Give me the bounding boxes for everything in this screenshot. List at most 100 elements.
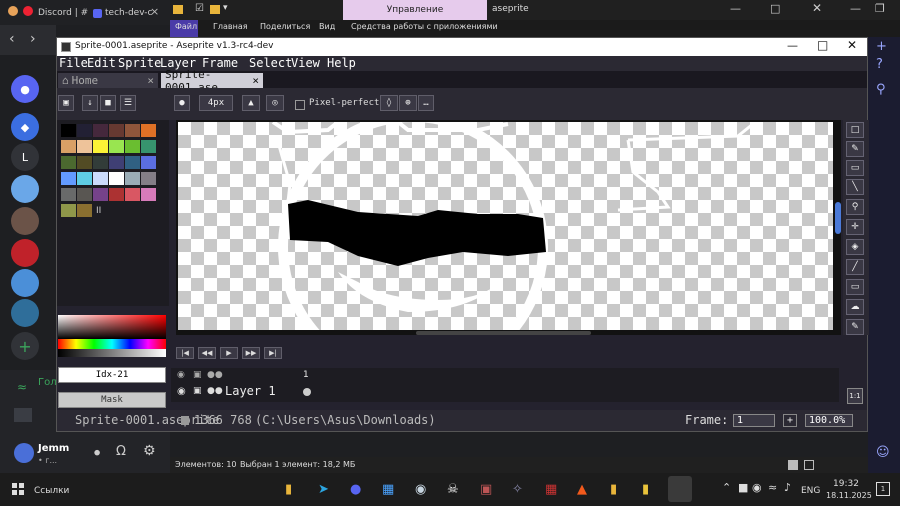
back-arrow-icon[interactable]: ‹	[9, 31, 15, 47]
pencil-tool-icon[interactable]: ✎	[846, 141, 864, 157]
app-icon-brick[interactable]: ▦	[545, 482, 557, 497]
tab-home[interactable]: ⌂ Home ×	[58, 73, 158, 88]
ribbon-tab-app-tools[interactable]: Средства работы с приложениями	[351, 22, 498, 31]
file-explorer-icon[interactable]: ▮	[285, 482, 292, 497]
menu-edit[interactable]: Edit	[87, 56, 116, 70]
palette-swatch[interactable]	[93, 156, 108, 169]
browser-profile-icon[interactable]	[8, 6, 18, 16]
palette-swatch[interactable]	[109, 172, 124, 185]
zoom-1to1-button[interactable]: 1:1	[847, 388, 863, 404]
menu-select[interactable]: Select	[249, 56, 292, 70]
palette-swatch[interactable]	[93, 188, 108, 201]
minimize-icon[interactable]: —	[850, 2, 861, 15]
language-indicator[interactable]: ENG	[801, 486, 820, 496]
symmetry-vertical-button[interactable]: ◊	[380, 95, 398, 111]
prev-frame-button[interactable]: ◀◀	[198, 347, 216, 359]
fill-tool-icon[interactable]: ◈	[846, 239, 864, 255]
palette-swatch[interactable]	[141, 124, 156, 137]
discord-home-icon[interactable]: ●	[11, 75, 39, 103]
palette-swatch[interactable]	[93, 124, 108, 137]
palette-swatch[interactable]	[93, 140, 108, 153]
ribbon-tab-share[interactable]: Поделиться	[260, 22, 310, 31]
opacity-button[interactable]: ◎	[266, 95, 284, 111]
aseprite-taskbar-icon[interactable]	[668, 476, 692, 502]
hue-bar[interactable]	[58, 339, 166, 349]
zoom-field[interactable]: 100.0%	[805, 414, 853, 427]
discord-icon[interactable]: ●	[350, 482, 361, 497]
menu-help[interactable]: Help	[327, 56, 356, 70]
brush-size-field[interactable]: 4px	[199, 95, 233, 111]
question-icon[interactable]: ?	[876, 57, 883, 72]
palette-swatch[interactable]	[125, 140, 140, 153]
vertical-scrollbar[interactable]	[835, 120, 841, 335]
symmetry-more-button[interactable]: …	[418, 95, 434, 111]
clock-date[interactable]: 18.11.2025	[826, 491, 872, 500]
rectangle-tool-icon[interactable]: ▭	[846, 279, 864, 295]
visibility-header-icon[interactable]: ◉	[177, 370, 185, 380]
restore-icon[interactable]: ❐	[875, 2, 885, 15]
add-frame-button[interactable]: +	[783, 414, 797, 427]
palette-swatch[interactable]	[61, 124, 76, 137]
telegram-icon[interactable]: ➤	[318, 482, 329, 497]
blur-tool-icon[interactable]: ☁	[846, 299, 864, 315]
palette-swatch[interactable]	[61, 204, 76, 217]
saturation-value-box[interactable]	[58, 315, 166, 339]
pixel-perfect-checkbox[interactable]	[295, 100, 305, 110]
palette-swatch[interactable]	[125, 124, 140, 137]
tray-app-icon[interactable]: ◉	[752, 481, 762, 494]
palette-swatch[interactable]	[77, 188, 92, 201]
next-frame-button[interactable]: ▶▶	[242, 347, 260, 359]
server-avatar-icon[interactable]	[11, 239, 39, 267]
cel-dot-icon[interactable]	[303, 388, 311, 396]
app-icon-skull[interactable]: ☠	[447, 482, 459, 497]
menu-view[interactable]: View	[291, 56, 320, 70]
palette-swatch[interactable]	[109, 156, 124, 169]
text-tool-icon[interactable]: ✎	[846, 319, 864, 335]
screen-share-off-icon[interactable]	[14, 408, 32, 422]
minimize-icon[interactable]: —	[730, 2, 741, 15]
palette-swatch[interactable]	[77, 172, 92, 185]
palette-swatch[interactable]	[109, 124, 124, 137]
tab-close-icon[interactable]: ×	[147, 74, 154, 87]
app-icon-game[interactable]: ▣	[480, 482, 492, 497]
palette-swatch[interactable]	[61, 172, 76, 185]
server-icon[interactable]: ◆	[11, 113, 39, 141]
palette-swatch[interactable]	[77, 156, 92, 169]
palette-swatch[interactable]	[141, 156, 156, 169]
play-button[interactable]: ▶	[220, 347, 238, 359]
headphones-icon[interactable]: Ω	[116, 444, 126, 459]
palette-swatch[interactable]	[61, 140, 76, 153]
search-icon[interactable]: ⚲	[876, 82, 886, 97]
tab-sprite[interactable]: Sprite-0001.ase ×	[161, 68, 263, 94]
menu-lines-button[interactable]: ☰	[120, 95, 136, 111]
ink-type-button[interactable]: ▲	[242, 95, 260, 111]
vertical-scroll-thumb[interactable]	[835, 202, 841, 234]
tab-close-icon[interactable]: ×	[150, 5, 159, 18]
palette-swatch[interactable]	[141, 172, 156, 185]
sprite-canvas[interactable]	[178, 122, 833, 330]
menu-file[interactable]: File	[59, 56, 88, 70]
eraser-tool-icon[interactable]: ▭	[846, 160, 864, 176]
frame-number[interactable]: 1	[303, 370, 309, 380]
app-icon-stars[interactable]: ✧	[512, 482, 523, 497]
move-tool-icon[interactable]: ✛	[846, 219, 864, 235]
clock-time[interactable]: 19:32	[833, 479, 859, 489]
maximize-icon[interactable]: □	[817, 38, 828, 52]
visibility-eye-icon[interactable]: ◉	[177, 386, 186, 397]
horizontal-scrollbar[interactable]	[416, 331, 591, 335]
dropdown-icon[interactable]: ▾	[223, 3, 228, 13]
store-icon[interactable]: ▦	[382, 482, 394, 497]
background-color-button[interactable]: Mask	[58, 392, 166, 408]
stop-button[interactable]: ■	[100, 95, 116, 111]
continuous-icon[interactable]: ●●	[207, 386, 223, 396]
server-avatar-icon[interactable]	[11, 299, 39, 327]
palette-swatch[interactable]	[77, 124, 92, 137]
ribbon-tab-home[interactable]: Главная	[213, 22, 248, 31]
palette-swatch[interactable]	[125, 156, 140, 169]
palette-swatch[interactable]	[141, 188, 156, 201]
close-icon[interactable]: ✕	[812, 1, 822, 15]
palette-swatch[interactable]	[109, 188, 124, 201]
steam-icon[interactable]: ◉	[415, 482, 426, 497]
frame-field[interactable]: 1	[733, 414, 775, 427]
line-tool-icon[interactable]: ╱	[846, 259, 864, 275]
